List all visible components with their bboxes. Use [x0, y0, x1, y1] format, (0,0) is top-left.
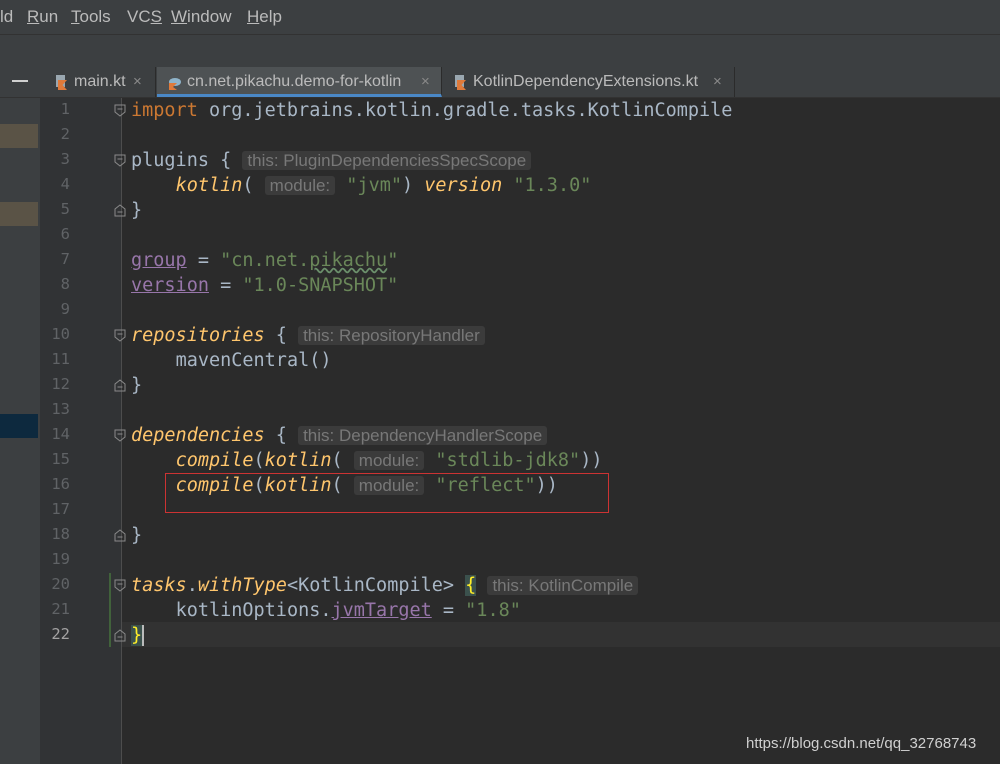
matched-brace: {: [465, 575, 477, 596]
line-number: 10: [51, 325, 70, 343]
menu-window[interactable]: Window: [171, 6, 231, 28]
code-line-22[interactable]: }: [131, 623, 145, 648]
collapse-panel-icon[interactable]: [12, 80, 28, 82]
kotlin-file-icon: [455, 75, 466, 90]
menu-build[interactable]: ld: [0, 6, 13, 28]
highlight-box: [165, 473, 609, 513]
line-number: 1: [60, 100, 70, 118]
tab-label: KotlinDependencyExtensions.kt: [473, 73, 699, 90]
gradle-kotlin-file-icon: [169, 78, 181, 90]
caret-row-highlight: [122, 622, 1000, 647]
code-line-20[interactable]: tasks.withType<KotlinCompile> { this: Ko…: [131, 573, 639, 598]
line-number: 15: [51, 450, 70, 468]
code-line-14[interactable]: dependencies { this: DependencyHandlerSc…: [131, 423, 548, 448]
watermark: https://blog.csdn.net/qq_32768743: [746, 735, 977, 752]
menu-run[interactable]: Run: [27, 6, 58, 28]
line-number: 14: [51, 425, 70, 443]
code-line-8[interactable]: version = "1.0-SNAPSHOT": [131, 273, 398, 298]
code-line-10[interactable]: repositories { this: RepositoryHandler: [131, 323, 485, 348]
code-line-15[interactable]: compile(kotlin( module: "stdlib-jdk8")): [131, 448, 603, 473]
fold-open-icon[interactable]: [114, 329, 126, 342]
line-number: 18: [51, 525, 70, 543]
line-number: 2: [60, 125, 70, 143]
code-line-18[interactable]: }: [131, 523, 142, 548]
code-line-7[interactable]: group = "cn.net.pikachu": [131, 248, 398, 273]
menu-vcs[interactable]: VCS: [127, 6, 162, 28]
inlay-hint: module:: [353, 451, 425, 470]
code-line-21[interactable]: kotlinOptions.jvmTarget = "1.8": [131, 598, 521, 623]
editor-tab-bar: main.kt × cn.net.pikachu.demo-for-kotlin…: [0, 67, 1000, 98]
panel-row-highlight: [0, 124, 38, 148]
line-number: 20: [51, 575, 70, 593]
line-number: 19: [51, 550, 70, 568]
tab-label: main.kt: [74, 73, 126, 90]
line-number: 6: [60, 225, 70, 243]
panel-row-selected: [0, 414, 38, 438]
line-number: 3: [60, 150, 70, 168]
inlay-hint: this: PluginDependenciesSpecScope: [242, 151, 532, 170]
line-number: 21: [51, 600, 70, 618]
fold-close-icon[interactable]: [114, 204, 126, 217]
code-line-3[interactable]: plugins { this: PluginDependenciesSpecSc…: [131, 148, 532, 173]
tab-gradle-build[interactable]: cn.net.pikachu.demo-for-kotlin ×: [157, 67, 442, 97]
code-line-5[interactable]: }: [131, 198, 142, 223]
line-number-current: 22: [51, 625, 70, 643]
menu-tools[interactable]: Tools: [71, 6, 111, 28]
fold-close-icon[interactable]: [114, 529, 126, 542]
fold-open-icon[interactable]: [114, 104, 126, 117]
tab-kotlin-dependency-extensions[interactable]: KotlinDependencyExtensions.kt ×: [443, 67, 735, 97]
line-number: 8: [60, 275, 70, 293]
inlay-hint: this: KotlinCompile: [487, 576, 639, 595]
code-line-4[interactable]: kotlin( module: "jvm") version "1.3.0": [131, 173, 592, 198]
line-number: 16: [51, 475, 70, 493]
typo-underline: pikachu: [309, 250, 388, 271]
inlay-hint: this: RepositoryHandler: [298, 326, 485, 345]
matched-brace-caret: }: [131, 625, 145, 646]
fold-open-icon[interactable]: [114, 429, 126, 442]
line-number: 7: [60, 250, 70, 268]
line-number: 17: [51, 500, 70, 518]
line-number: 13: [51, 400, 70, 418]
line-number: 12: [51, 375, 70, 393]
vcs-change-marker[interactable]: [109, 573, 111, 647]
line-number: 11: [51, 350, 70, 368]
toolbar: [0, 35, 1000, 68]
kotlin-file-icon: [56, 75, 67, 90]
line-number: 9: [60, 300, 70, 318]
code-line-12[interactable]: }: [131, 373, 142, 398]
fold-open-icon[interactable]: [114, 579, 126, 592]
line-number: 4: [60, 175, 70, 193]
fold-close-icon[interactable]: [114, 379, 126, 392]
close-icon[interactable]: ×: [713, 67, 722, 97]
fold-close-icon[interactable]: [114, 629, 126, 642]
menu-bar: ld Run Tools VCS Window Help: [0, 0, 1000, 35]
tab-main-kt[interactable]: main.kt ×: [44, 67, 156, 97]
inlay-hint: module:: [264, 176, 336, 195]
project-panel-strip[interactable]: [0, 98, 40, 764]
close-icon[interactable]: ×: [421, 67, 430, 97]
close-icon[interactable]: ×: [133, 67, 142, 97]
code-line-1[interactable]: import org.jetbrains.kotlin.gradle.tasks…: [131, 98, 732, 123]
inlay-hint: this: DependencyHandlerScope: [298, 426, 548, 445]
line-number: 5: [60, 200, 70, 218]
fold-open-icon[interactable]: [114, 154, 126, 167]
code-line-11[interactable]: mavenCentral(): [131, 348, 332, 373]
panel-row-highlight: [0, 202, 38, 226]
menu-help[interactable]: Help: [247, 6, 282, 28]
tab-label: cn.net.pikachu.demo-for-kotlin: [187, 73, 402, 90]
